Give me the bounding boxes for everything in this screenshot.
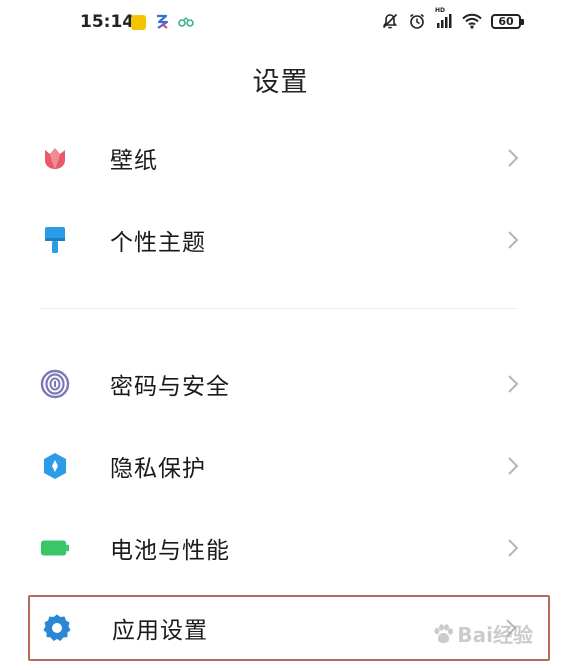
chevron-right-icon xyxy=(508,375,519,393)
status-time: 15:14 xyxy=(80,12,135,32)
status-right-icons: HD 60 xyxy=(381,7,524,30)
battery-performance-icon xyxy=(40,533,70,563)
settings-item-privacy[interactable]: 隐私保护 xyxy=(28,431,550,501)
wifi-icon xyxy=(462,13,482,29)
status-bar: 15:14 HD 60 xyxy=(0,0,561,50)
settings-item-label: 电池与性能 xyxy=(110,538,230,564)
settings-item-label: 应用设置 xyxy=(112,618,208,644)
cellular-signal-icon xyxy=(437,14,452,28)
section-divider xyxy=(40,308,517,309)
settings-item-theme[interactable]: 个性主题 xyxy=(28,205,550,275)
page-title: 设置 xyxy=(252,67,309,98)
watermark: Bai经验 xyxy=(431,619,533,648)
theme-brush-icon xyxy=(40,225,70,255)
wallpaper-tulip-icon xyxy=(40,143,70,173)
mute-bell-icon xyxy=(382,13,398,29)
alarm-icon xyxy=(410,13,424,29)
settings-item-battery-performance[interactable]: 电池与性能 xyxy=(28,513,550,583)
chevron-right-icon xyxy=(508,231,519,249)
app-badge-icon xyxy=(131,14,146,30)
watermark-text: Bai经验 xyxy=(457,623,533,647)
mini-app-icon xyxy=(178,17,194,27)
chevron-right-icon xyxy=(508,457,519,475)
settings-item-label: 壁纸 xyxy=(110,148,158,174)
fingerprint-icon xyxy=(40,369,70,399)
status-left-icons xyxy=(131,14,194,30)
paw-icon xyxy=(434,623,454,643)
settings-item-wallpaper[interactable]: 壁纸 xyxy=(28,123,550,193)
settings-item-password-security[interactable]: 密码与安全 xyxy=(28,349,550,419)
settings-item-label: 隐私保护 xyxy=(110,456,206,482)
settings-item-label: 密码与安全 xyxy=(110,374,230,400)
signal-app-icon xyxy=(157,14,169,29)
cellular-signal: HD xyxy=(435,7,453,29)
privacy-shield-icon xyxy=(40,451,70,481)
chevron-right-icon xyxy=(508,539,519,557)
battery-icon: 60 xyxy=(491,13,524,29)
chevron-right-icon xyxy=(508,149,519,167)
gear-icon xyxy=(42,613,72,643)
settings-item-label: 个性主题 xyxy=(110,230,206,256)
